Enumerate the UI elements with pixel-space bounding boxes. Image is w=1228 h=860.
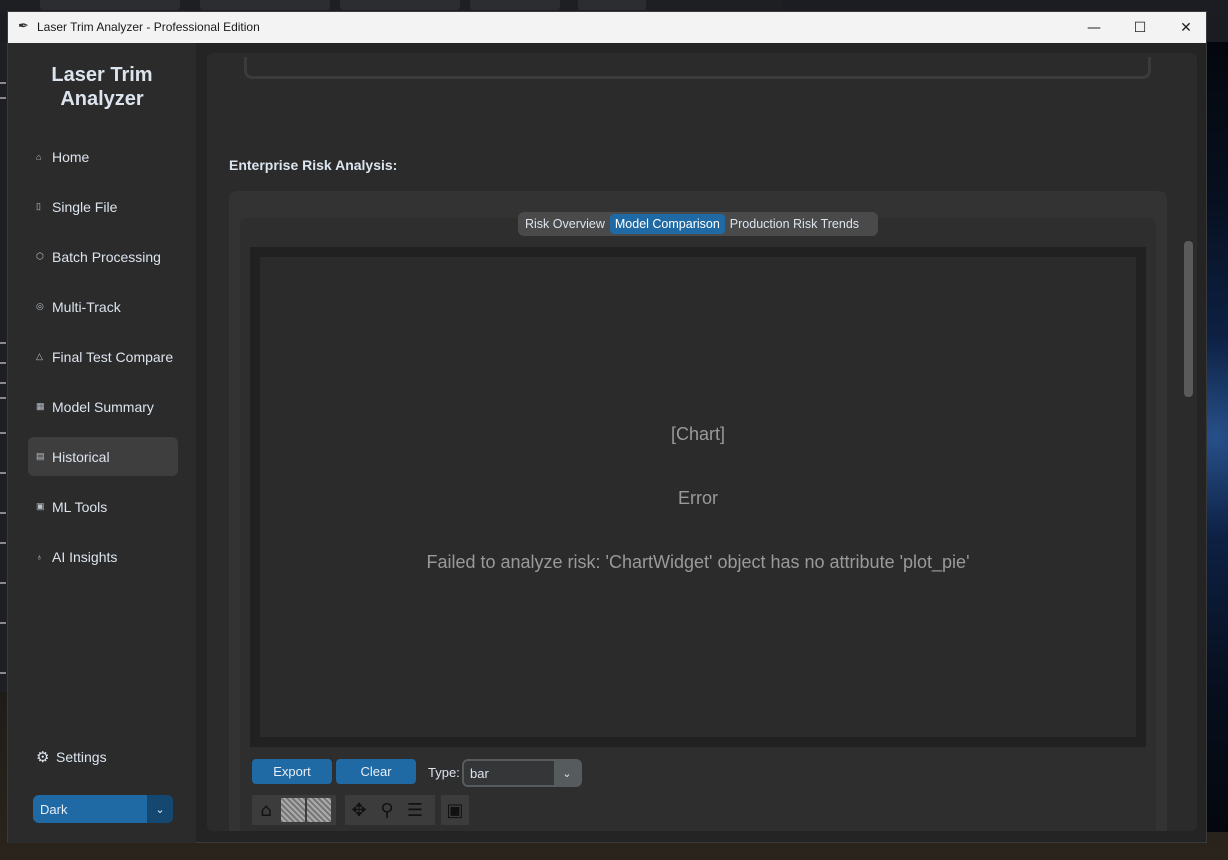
- sidebar-item-label: Final Test Compare: [52, 348, 174, 365]
- plot-toolbar-nav: ⌂: [252, 795, 336, 825]
- desktop-wallpaper-earth: [1207, 42, 1228, 832]
- target-icon: ◎: [36, 301, 44, 311]
- save-icon[interactable]: ▣: [441, 796, 469, 824]
- tab-risk-overview[interactable]: Risk Overview: [520, 214, 610, 234]
- close-button[interactable]: ✕: [1163, 12, 1209, 43]
- chart-placeholder: [Chart]: [670, 424, 726, 444]
- sidebar-item-ai-insights[interactable]: ♁ AI Insights: [28, 537, 178, 576]
- settings-button[interactable]: ⚙ Settings: [36, 748, 107, 766]
- chart-icon: ▦: [36, 401, 45, 411]
- sidebar-item-final-test-compare[interactable]: △ Final Test Compare: [28, 337, 178, 376]
- theme-dropdown[interactable]: Dark ⌄: [33, 795, 173, 823]
- desktop-editor-edge: [0, 42, 7, 692]
- box-icon: ⬡: [36, 251, 44, 261]
- zoom-icon[interactable]: ⚲: [373, 796, 401, 824]
- sidebar-item-model-summary[interactable]: ▦ Model Summary: [28, 387, 178, 426]
- vertical-scrollbar[interactable]: [1184, 241, 1193, 397]
- minimize-button[interactable]: —: [1071, 12, 1117, 43]
- chart-type-value: bar: [470, 765, 489, 781]
- tab-model-comparison[interactable]: Model Comparison: [609, 214, 725, 234]
- clear-button[interactable]: Clear: [336, 759, 416, 784]
- export-button[interactable]: Export: [252, 759, 332, 784]
- sidebar-item-label: Home: [52, 148, 90, 165]
- home-icon[interactable]: ⌂: [252, 796, 280, 824]
- sidebar: Laser Trim Analyzer ⌂ Home ▯ Single File…: [8, 43, 196, 843]
- document-icon: ▯: [36, 201, 41, 211]
- sidebar-item-label: Single File: [52, 198, 118, 215]
- sidebar-item-label: Historical: [52, 448, 110, 465]
- feather-icon: ✒: [18, 19, 29, 34]
- plot-toolbar-tools: ✥ ⚲ ☰: [345, 795, 435, 825]
- back-icon[interactable]: [281, 798, 305, 822]
- configure-subplots-icon[interactable]: ☰: [401, 796, 429, 824]
- house-icon: ⌂: [36, 151, 42, 162]
- sidebar-item-batch-processing[interactable]: ⬡ Batch Processing: [28, 237, 178, 276]
- previous-section-frame: [244, 57, 1151, 79]
- flask-icon: △: [36, 351, 43, 361]
- gear-icon: ⚙: [36, 749, 50, 766]
- maximize-button[interactable]: ☐: [1117, 12, 1163, 43]
- main-content: Enterprise Risk Analysis: Risk Overview …: [207, 53, 1197, 831]
- sidebar-item-label: AI Insights: [52, 548, 118, 565]
- chart-type-select[interactable]: bar ⌄: [462, 759, 582, 787]
- app-brand: Laser Trim Analyzer: [8, 63, 196, 111]
- app-window: ✒ Laser Trim Analyzer - Professional Edi…: [7, 11, 1207, 843]
- forward-icon[interactable]: [307, 798, 331, 822]
- settings-label: Settings: [56, 749, 107, 765]
- sidebar-item-ml-tools[interactable]: ▣ ML Tools: [28, 487, 178, 526]
- sidebar-item-home[interactable]: ⌂ Home: [28, 137, 178, 176]
- sidebar-item-label: Multi-Track: [52, 298, 121, 315]
- plot-toolbar-save: ▣: [441, 795, 469, 825]
- type-label: Type:: [428, 765, 460, 780]
- sidebar-item-multi-track[interactable]: ◎ Multi-Track: [28, 287, 178, 326]
- chevron-down-icon[interactable]: ⌄: [554, 761, 580, 785]
- brand-line-2: Analyzer: [60, 88, 144, 110]
- sidebar-item-historical[interactable]: ▤ Historical: [28, 437, 178, 476]
- chevron-down-icon[interactable]: ⌄: [147, 795, 173, 823]
- robot-icon: ▣: [36, 501, 45, 511]
- tab-production-risk-trends[interactable]: Production Risk Trends: [725, 214, 864, 234]
- sidebar-item-label: Model Summary: [52, 398, 154, 415]
- scroll-icon: ▤: [36, 451, 45, 461]
- sidebar-item-label: ML Tools: [52, 498, 108, 515]
- theme-value: Dark: [40, 801, 68, 817]
- error-title: Error: [678, 488, 718, 508]
- error-message: Failed to analyze risk: 'ChartWidget' ob…: [426, 552, 970, 572]
- pan-icon[interactable]: ✥: [345, 796, 373, 824]
- title-bar: ✒ Laser Trim Analyzer - Professional Edi…: [8, 12, 1206, 43]
- brand-line-1: Laser Trim: [51, 64, 153, 86]
- risk-tabs: Risk Overview Model Comparison Productio…: [518, 212, 878, 236]
- sidebar-item-single-file[interactable]: ▯ Single File: [28, 187, 178, 226]
- window-title: Laser Trim Analyzer - Professional Editi…: [37, 20, 260, 34]
- section-title: Enterprise Risk Analysis:: [229, 157, 398, 173]
- bulb-icon: ♁: [36, 551, 43, 562]
- sidebar-item-label: Batch Processing: [52, 248, 161, 265]
